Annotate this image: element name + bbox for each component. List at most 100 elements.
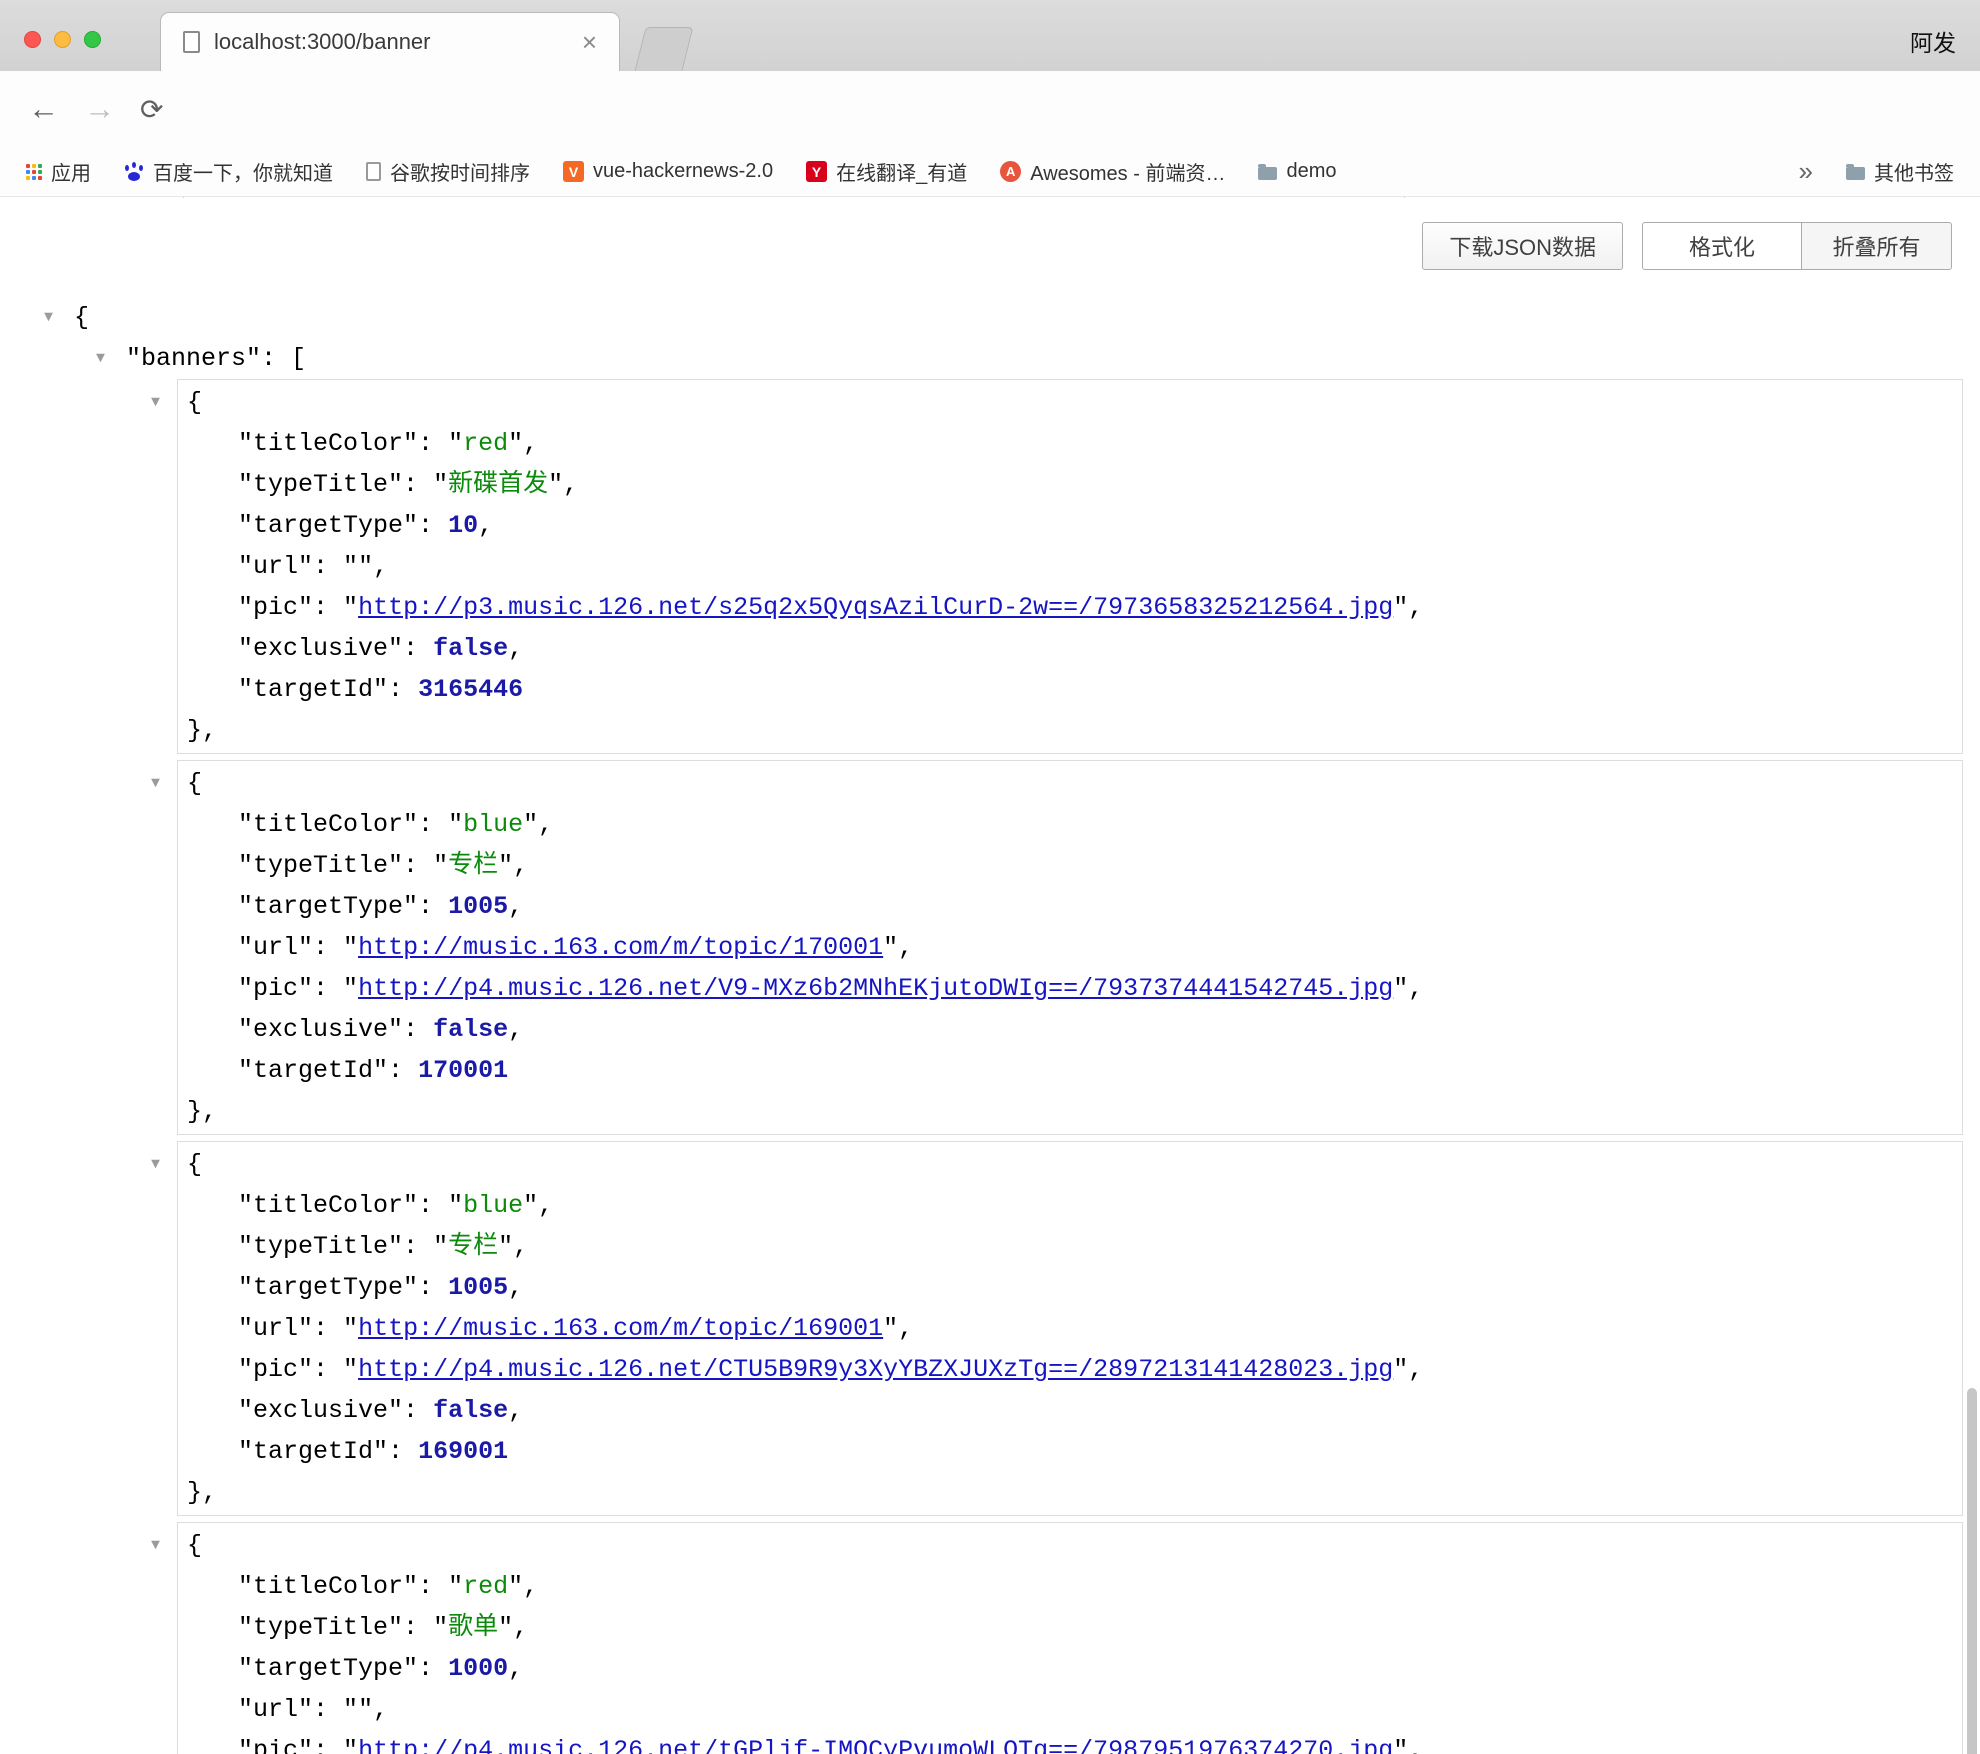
bookmark-awesomes[interactable]: A Awesomes - 前端资… [1000,157,1225,186]
download-json-button[interactable]: 下载JSON数据 [1422,222,1623,270]
json-property-line: "targetType": 1000, [178,1648,1962,1689]
collapse-toggle-icon[interactable]: ▼ [151,382,160,423]
json-property-line: "url": "http://music.163.com/m/topic/169… [178,1308,1962,1349]
json-property-line: "exclusive": false, [178,628,1962,669]
format-collapse-group: 格式化 折叠所有 [1642,222,1952,270]
browser-toolbar: ← → ⟳ i localhost:3000/banner ☆ V ✎英 FE … [0,71,1980,147]
banner-object: ▼{"titleColor": "red","typeTitle": "歌单",… [177,1522,1963,1754]
json-property-line: "targetType": 10, [178,505,1962,546]
object-open-line: ▼{ [178,1525,1962,1566]
page-icon [183,31,200,53]
tab-title: localhost:3000/banner [214,29,582,55]
minimize-window-button[interactable] [54,31,71,48]
tab-close-icon[interactable]: × [582,29,597,55]
page-content: 下载JSON数据 格式化 折叠所有 ▼{ ▼"banners": [ ▼{"ti… [0,198,1980,1754]
bookmark-label: 谷歌按时间排序 [390,157,530,186]
json-property-line: "titleColor": "red", [178,423,1962,464]
json-link-value[interactable]: http://p4.music.126.net/tGPljf-IMOCyPvum… [358,1736,1393,1754]
json-link-value[interactable]: http://p3.music.126.net/s25q2x5QyqsAzilC… [358,593,1393,622]
json-property-line: "typeTitle": "新碟首发", [178,464,1962,505]
bookmark-google-sort[interactable]: 谷歌按时间排序 [366,157,530,186]
collapse-toggle-icon[interactable]: ▼ [151,763,160,804]
new-tab-button[interactable] [635,27,694,71]
profile-name[interactable]: 阿发 [1910,24,1956,58]
bookmarks-overflow-icon[interactable]: » [1799,156,1813,187]
object-open-line: ▼{ [178,1144,1962,1185]
json-property-line: "targetId": 3165446 [178,669,1962,710]
window-controls [24,31,101,48]
bookmark-baidu[interactable]: 百度一下，你就知道 [124,157,333,186]
other-bookmarks[interactable]: 其他书签 [1846,157,1954,186]
json-property-line: "url": "http://music.163.com/m/topic/170… [178,927,1962,968]
json-link-value[interactable]: http://p4.music.126.net/V9-MXz6b2MNhEKju… [358,974,1393,1003]
bookmarks-bar: 应用 百度一下，你就知道 谷歌按时间排序 V vue-hackernews-2.… [0,147,1980,197]
collapse-toggle-icon[interactable]: ▼ [151,1525,160,1566]
json-property-line: "targetType": 1005, [178,886,1962,927]
scrollbar-thumb[interactable] [1967,1388,1977,1754]
object-close-line: }, [178,710,1962,751]
page-icon [366,162,381,181]
json-array-items: ▼{"titleColor": "red","typeTitle": "新碟首发… [177,379,1963,1754]
object-open-line: ▼{ [178,763,1962,804]
bookmark-label: demo [1286,160,1336,183]
youdao-badge-icon: Y [806,161,827,182]
bookmark-label: 在线翻译_有道 [836,157,967,186]
browser-tab[interactable]: localhost:3000/banner × [160,12,620,71]
json-property-line: "typeTitle": "专栏", [178,845,1962,886]
json-property-line: "typeTitle": "专栏", [178,1226,1962,1267]
bookmark-apps[interactable]: 应用 [26,157,91,186]
json-link-value[interactable]: http://music.163.com/m/topic/169001 [358,1314,883,1343]
bookmark-label: vue-hackernews-2.0 [593,160,773,183]
json-property-line: "url": "", [178,546,1962,587]
banner-object: ▼{"titleColor": "blue","typeTitle": "专栏"… [177,760,1963,1135]
banner-object: ▼{"titleColor": "red","typeTitle": "新碟首发… [177,379,1963,754]
json-property-line: "targetId": 170001 [178,1050,1962,1091]
forward-icon[interactable]: → [84,71,115,147]
bookmark-label: 应用 [51,157,91,186]
array-open: ": [ [246,344,306,373]
vue-badge-icon: V [563,161,584,182]
bookmark-vue-hackernews[interactable]: V vue-hackernews-2.0 [563,160,773,183]
json-property-line: "exclusive": false, [178,1009,1962,1050]
json-property-line: "pic": "http://p3.music.126.net/s25q2x5Q… [178,587,1962,628]
back-icon[interactable]: ← [28,71,59,147]
json-property-line: "typeTitle": "歌单", [178,1607,1962,1648]
baidu-paw-icon [124,162,144,182]
format-button[interactable]: 格式化 [1642,222,1802,270]
json-link-value[interactable]: http://music.163.com/m/topic/170001 [358,933,883,962]
json-property-line: "titleColor": "blue", [178,804,1962,845]
object-close-line: }, [178,1091,1962,1132]
json-property-line: "pic": "http://p4.music.126.net/CTU5B9R9… [178,1349,1962,1390]
json-actions: 下载JSON数据 格式化 折叠所有 [1422,222,1952,270]
json-banners-key-line: ▼"banners": [ [0,338,1980,379]
apps-grid-icon [26,164,42,180]
zoom-window-button[interactable] [84,31,101,48]
close-window-button[interactable] [24,31,41,48]
json-property-line: "titleColor": "blue", [178,1185,1962,1226]
folder-icon [1846,167,1865,180]
object-close-line: }, [178,1472,1962,1513]
reload-icon[interactable]: ⟳ [140,71,163,147]
banners-key: banners [141,344,246,373]
bookmark-demo-folder[interactable]: demo [1258,160,1336,183]
json-property-line: "exclusive": false, [178,1390,1962,1431]
banner-object: ▼{"titleColor": "blue","typeTitle": "专栏"… [177,1141,1963,1516]
json-property-line: "pic": "http://p4.music.126.net/tGPljf-I… [178,1730,1962,1754]
json-property-line: "targetType": 1005, [178,1267,1962,1308]
object-open-line: ▼{ [178,382,1962,423]
json-property-line: "pic": "http://p4.music.126.net/V9-MXz6b… [178,968,1962,1009]
bookmark-label: 百度一下，你就知道 [153,157,333,186]
collapse-all-button[interactable]: 折叠所有 [1802,222,1952,270]
collapse-toggle-icon[interactable]: ▼ [44,297,74,338]
awesomes-badge-icon: A [1000,161,1021,182]
json-link-value[interactable]: http://p4.music.126.net/CTU5B9R9y3XyYBZX… [358,1355,1393,1384]
collapse-toggle-icon[interactable]: ▼ [151,1144,160,1185]
json-viewer: ▼{ ▼"banners": [ ▼{"titleColor": "red","… [0,297,1980,1754]
tab-bar: localhost:3000/banner × 阿发 [0,0,1980,71]
json-property-line: "url": "", [178,1689,1962,1730]
collapse-toggle-icon[interactable]: ▼ [96,338,126,379]
bookmark-youdao-translate[interactable]: Y 在线翻译_有道 [806,157,967,186]
json-property-line: "titleColor": "red", [178,1566,1962,1607]
folder-icon [1258,167,1277,180]
json-property-line: "targetId": 169001 [178,1431,1962,1472]
